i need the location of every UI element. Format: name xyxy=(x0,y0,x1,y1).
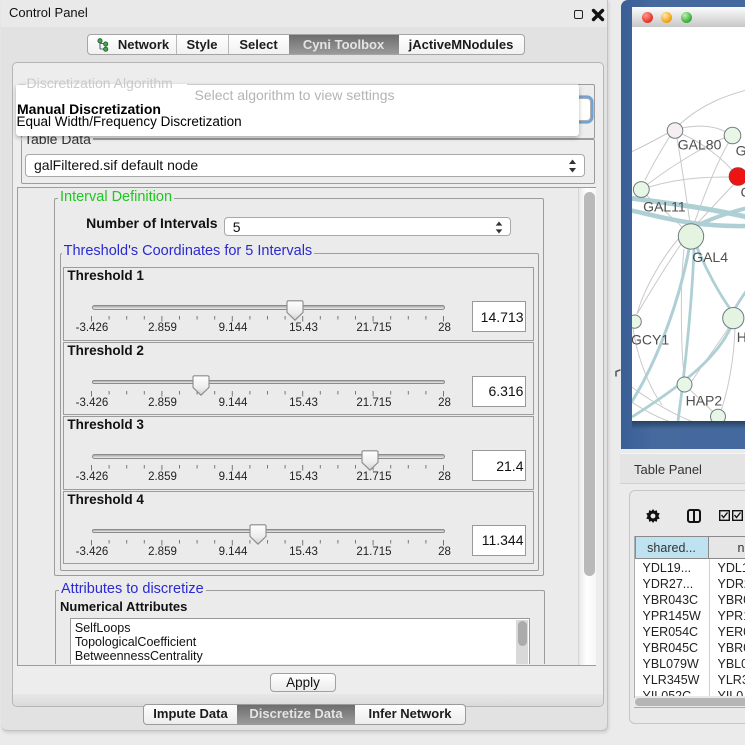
svg-text:GCY1: GCY1 xyxy=(632,332,669,348)
svg-text:H: H xyxy=(737,329,745,345)
svg-text:C: C xyxy=(741,184,745,200)
svg-text:GA: GA xyxy=(736,143,745,159)
svg-text:GAL11: GAL11 xyxy=(643,198,686,214)
svg-text:GAL4: GAL4 xyxy=(692,249,728,265)
svg-text:GAL80: GAL80 xyxy=(678,137,722,153)
svg-text:HAP2: HAP2 xyxy=(686,393,723,409)
